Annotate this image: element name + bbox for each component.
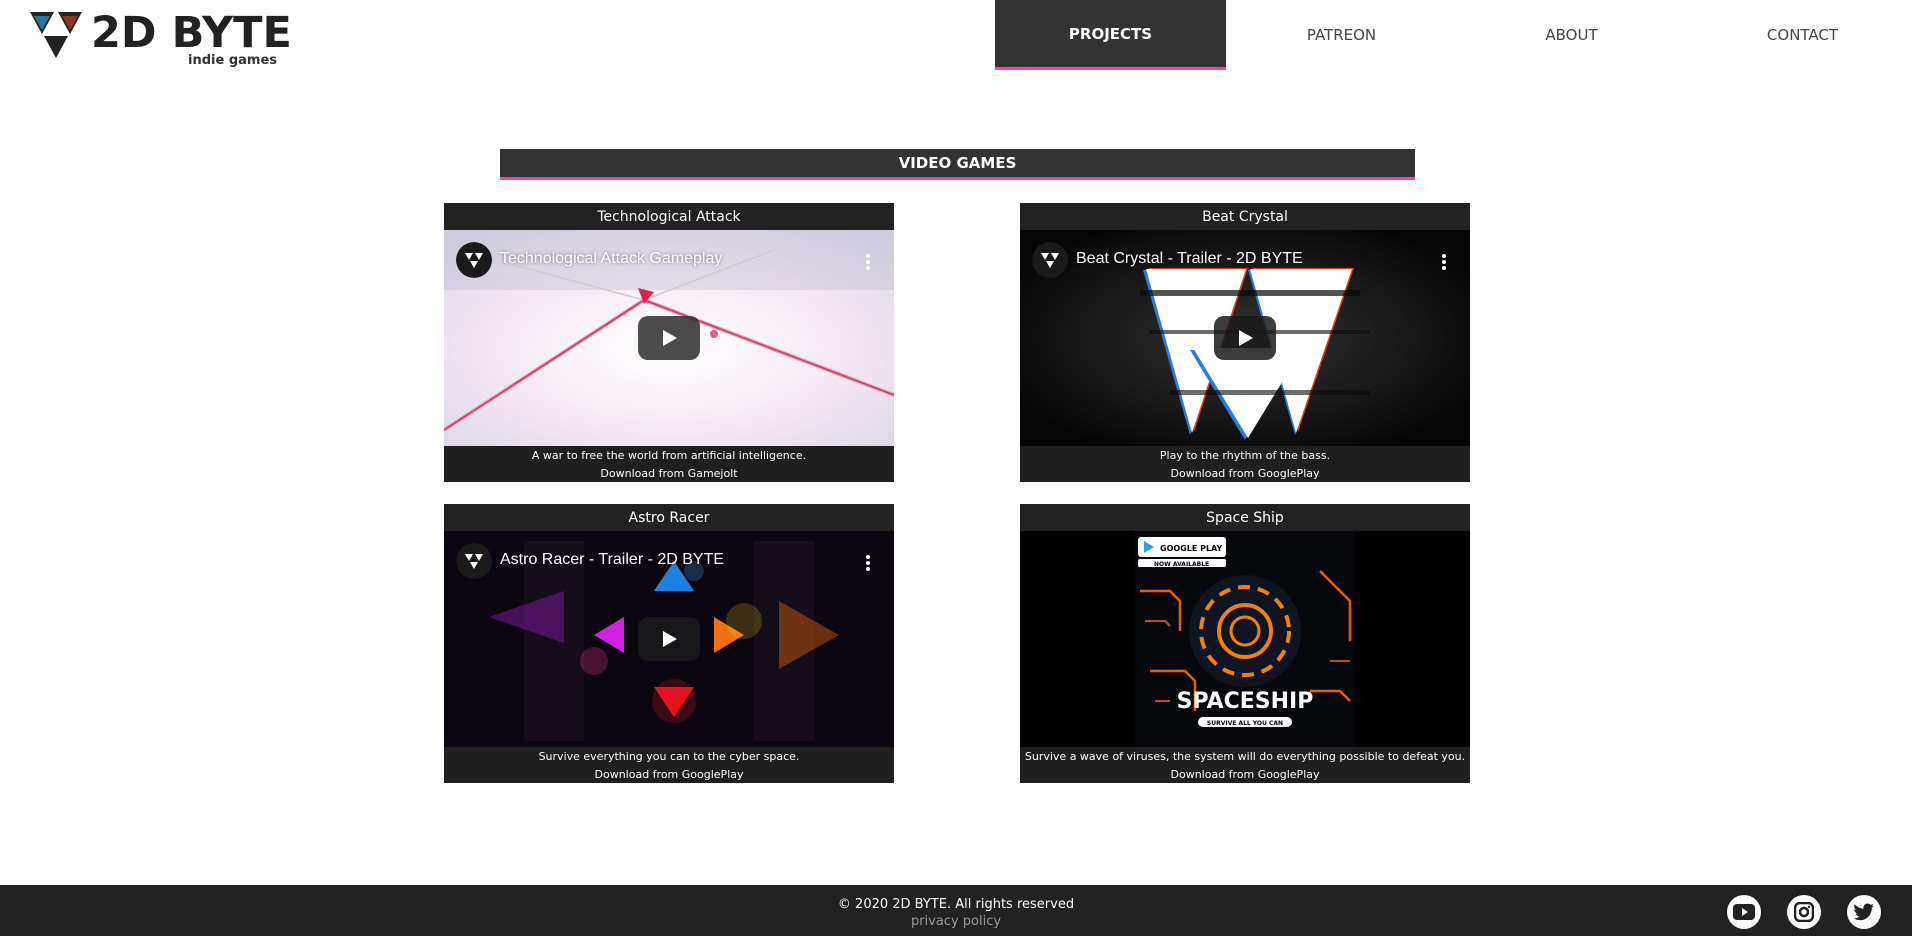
video-title[interactable]: Technological Attack Gameplay bbox=[500, 250, 722, 268]
youtube-icon[interactable] bbox=[1727, 895, 1761, 929]
copyright-text: © 2020 2D BYTE. All rights reserved bbox=[837, 897, 1075, 912]
more-options-icon[interactable] bbox=[1438, 252, 1450, 272]
game-banner-image: GOOGLE PLAY NOW AVAILABLE SPACESHIP SURV… bbox=[1020, 531, 1470, 747]
video-title[interactable]: Beat Crystal - Trailer - 2D BYTE bbox=[1076, 250, 1303, 268]
channel-logo-icon[interactable] bbox=[456, 242, 492, 278]
game-description: Survive a wave of viruses, the system wi… bbox=[1024, 750, 1466, 763]
nav-item-projects[interactable]: PROJECTS bbox=[995, 0, 1226, 70]
banner-title: SPACESHIP bbox=[1177, 689, 1314, 714]
instagram-glyph bbox=[1794, 902, 1814, 922]
privacy-policy-link[interactable]: privacy policy bbox=[0, 914, 1912, 929]
video-title[interactable]: Astro Racer - Trailer - 2D BYTE bbox=[500, 551, 724, 569]
video-player[interactable]: Astro Racer - Trailer - 2D BYTE bbox=[444, 531, 894, 747]
header: 2D BYTE indie games PROJECTS PATREON ABO… bbox=[0, 0, 1912, 70]
game-title: Technological Attack bbox=[444, 203, 894, 230]
download-link[interactable]: Download from GooglePlay bbox=[444, 768, 894, 781]
badge-text: GOOGLE PLAY bbox=[1160, 544, 1222, 553]
video-player[interactable]: Technological Attack Gameplay bbox=[444, 230, 894, 446]
game-description: A war to free the world from artificial … bbox=[531, 449, 807, 462]
game-card-space-ship: Space Ship GOOGLE PLAY NOW AVAILABLE SPA… bbox=[1020, 504, 1470, 783]
game-title: Astro Racer bbox=[444, 504, 894, 531]
download-link[interactable]: Download from Gamejolt bbox=[444, 467, 894, 480]
spaceship-banner: GOOGLE PLAY NOW AVAILABLE SPACESHIP SURV… bbox=[1020, 531, 1470, 747]
video-player[interactable]: Beat Crystal - Trailer - 2D BYTE bbox=[1020, 230, 1470, 446]
nav-item-about[interactable]: ABOUT bbox=[1456, 0, 1687, 70]
game-title: Beat Crystal bbox=[1020, 203, 1470, 230]
channel-logo-icon[interactable] bbox=[1032, 242, 1068, 278]
play-button-icon[interactable] bbox=[638, 316, 700, 360]
game-description: Survive everything you can to the cyber … bbox=[538, 750, 800, 763]
twitter-glyph bbox=[1853, 903, 1874, 921]
game-card-beat-crystal: Beat Crystal Beat Crystal - Trailer - 2D… bbox=[1020, 203, 1470, 482]
logo[interactable]: 2D BYTE indie games bbox=[28, 8, 292, 68]
section-title: VIDEO GAMES bbox=[500, 149, 1415, 180]
nav-item-patreon[interactable]: PATREON bbox=[1226, 0, 1457, 70]
game-card-astro-racer: Astro Racer Astro Racer - Trailer - 2D B… bbox=[444, 504, 894, 783]
twitter-icon[interactable] bbox=[1847, 895, 1881, 929]
badge-subtext: NOW AVAILABLE bbox=[1154, 561, 1209, 568]
logo-title: 2D BYTE bbox=[91, 8, 292, 58]
more-options-icon[interactable] bbox=[862, 553, 874, 573]
channel-logo-icon[interactable] bbox=[456, 543, 492, 579]
instagram-icon[interactable] bbox=[1787, 895, 1821, 929]
footer: © 2020 2D BYTE. All rights reserved priv… bbox=[0, 885, 1912, 936]
play-button-icon[interactable] bbox=[638, 617, 700, 661]
nav-item-contact[interactable]: CONTACT bbox=[1687, 0, 1912, 70]
game-description: Play to the rhythm of the bass. bbox=[1159, 449, 1331, 462]
youtube-glyph bbox=[1733, 904, 1755, 920]
game-card-technological-attack: Technological Attack Technological Attac… bbox=[444, 203, 894, 482]
banner-subtitle: SURVIVE ALL YOU CAN bbox=[1207, 720, 1283, 727]
more-options-icon[interactable] bbox=[862, 252, 874, 272]
logo-mark-icon bbox=[30, 12, 82, 58]
download-link[interactable]: Download from GooglePlay bbox=[1020, 768, 1470, 781]
download-link[interactable]: Download from GooglePlay bbox=[1020, 467, 1470, 480]
play-button-icon[interactable] bbox=[1214, 316, 1276, 360]
game-title: Space Ship bbox=[1020, 504, 1470, 531]
logo-tagline: indie games bbox=[188, 53, 277, 68]
main-nav: PROJECTS PATREON ABOUT CONTACT bbox=[995, 0, 1912, 70]
